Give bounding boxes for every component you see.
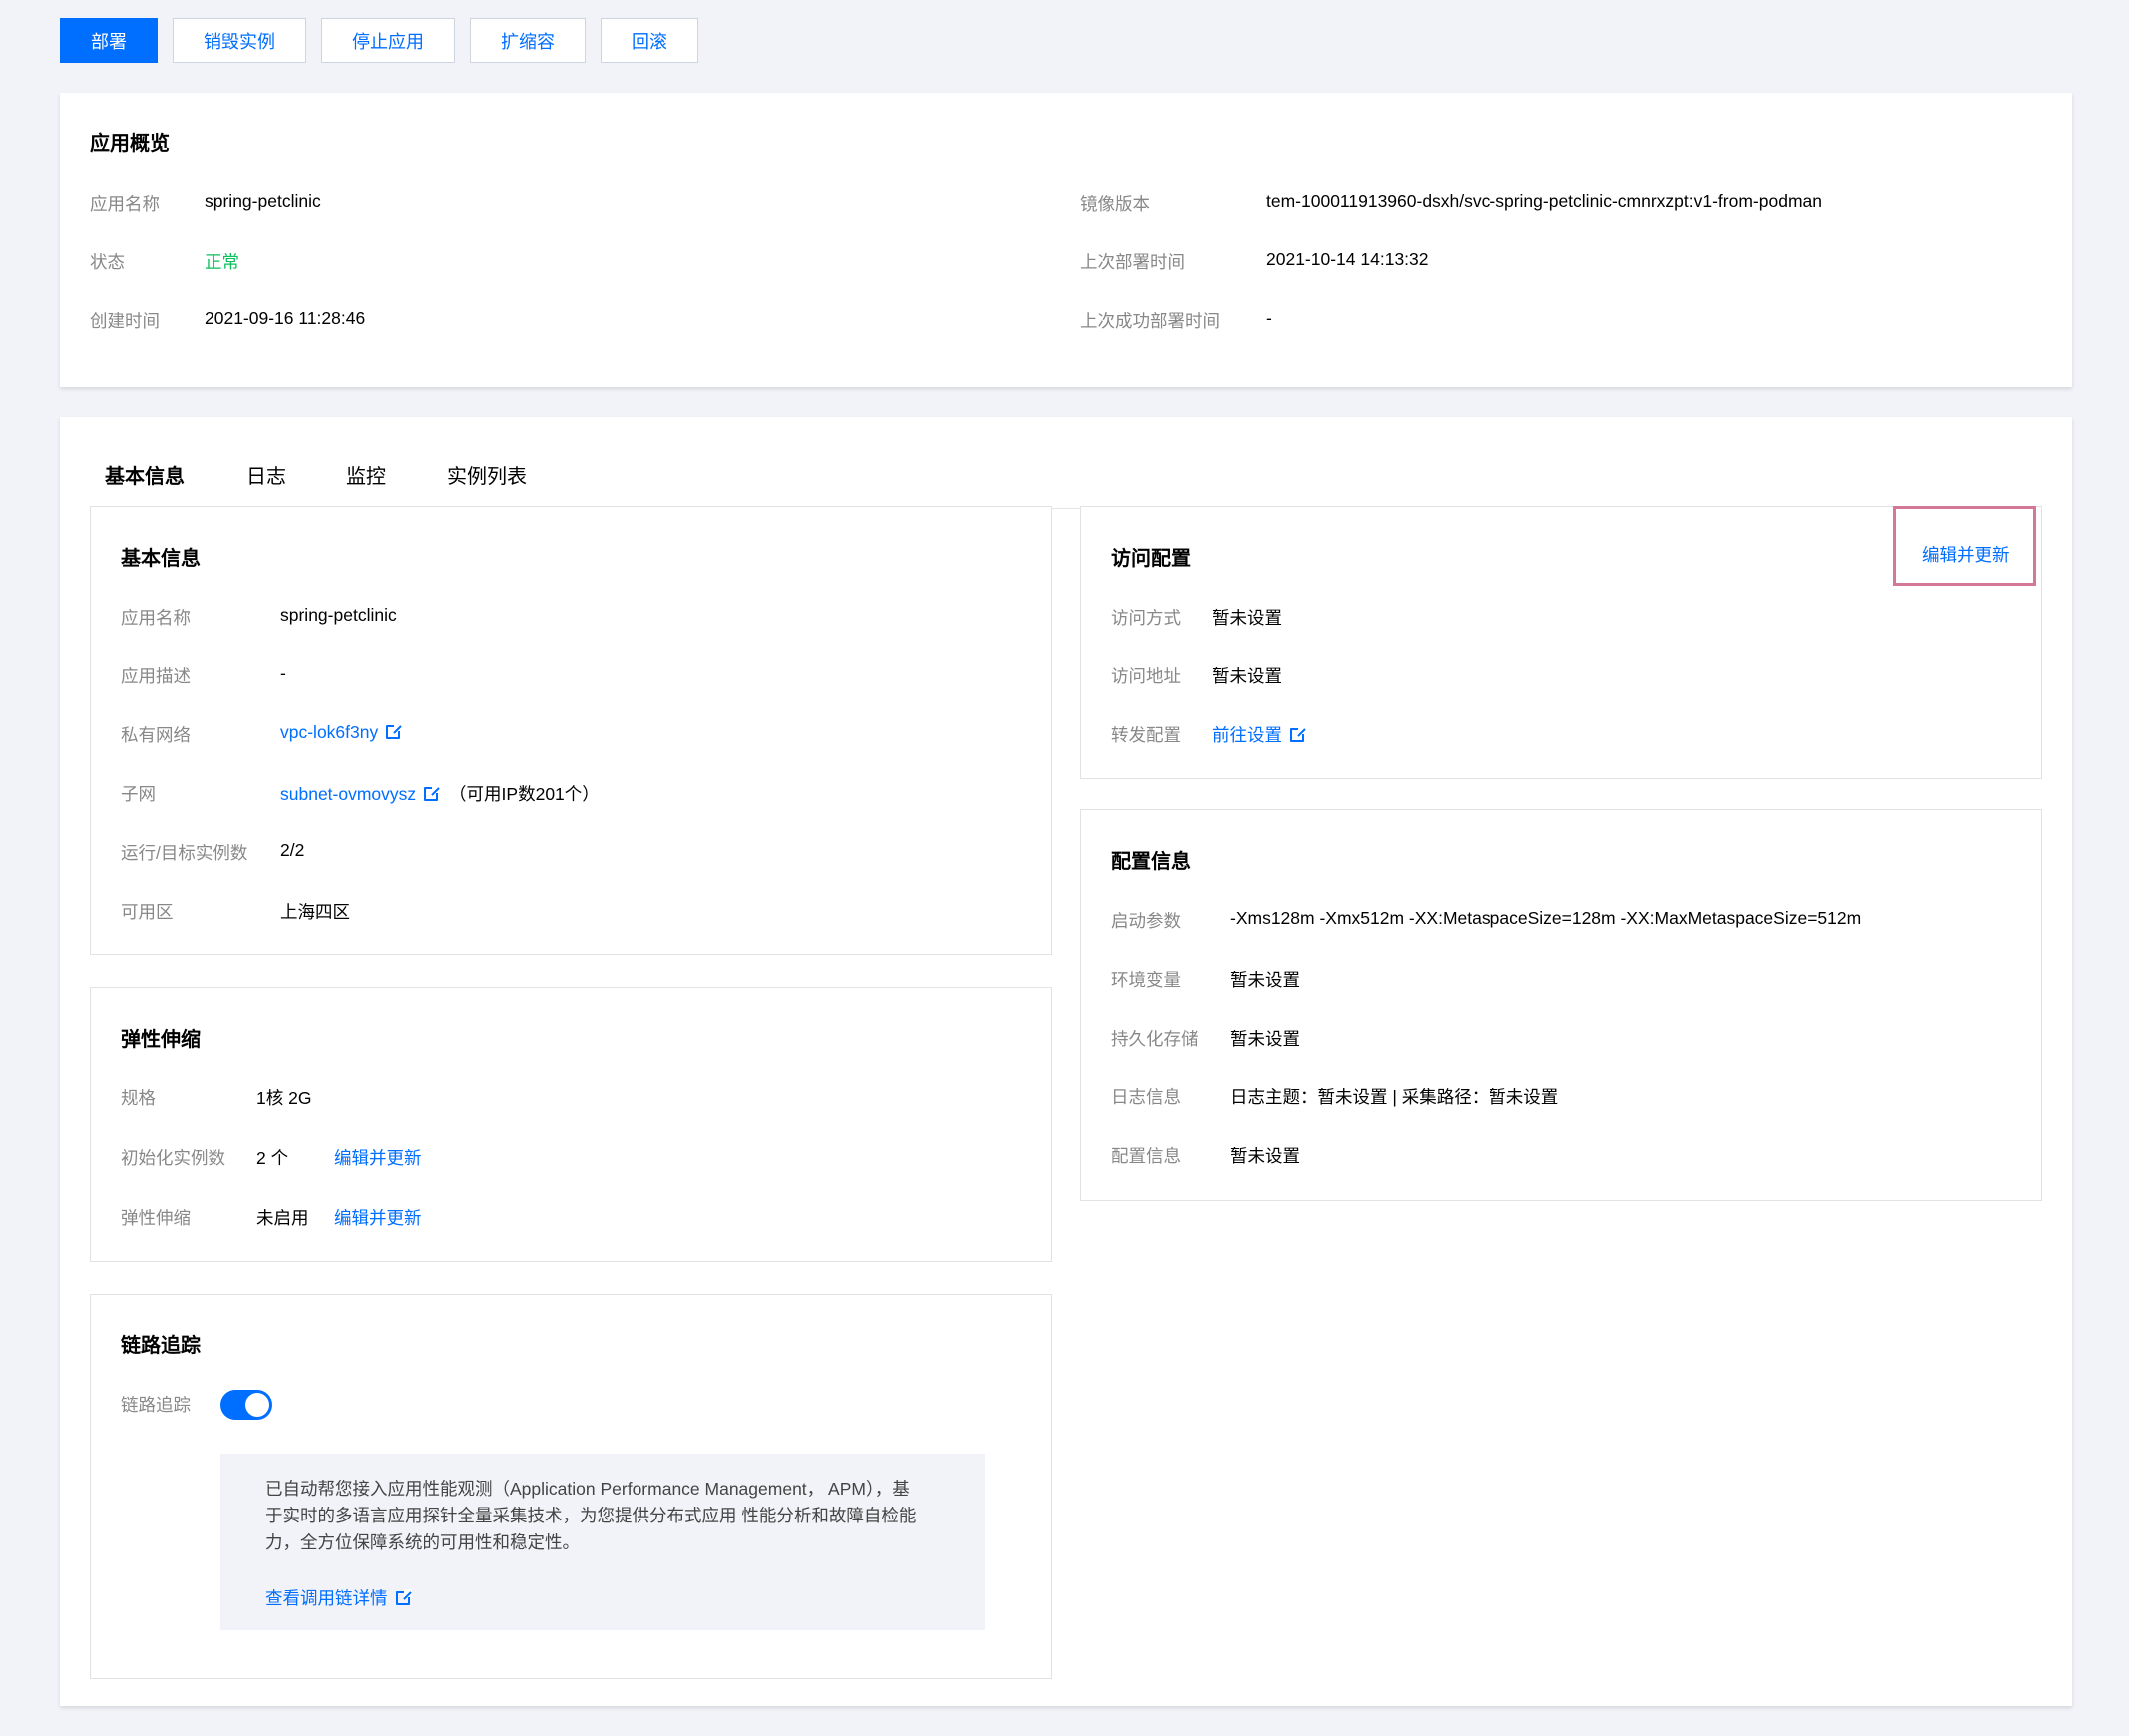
- external-link-icon[interactable]: [424, 785, 441, 801]
- overview-app-name-label: 应用名称: [90, 194, 160, 214]
- init-edit-link[interactable]: 编辑并更新: [334, 1145, 422, 1170]
- scaling-panel: 弹性伸缩 规格 1核 2G 初始化实例数 2 个 编辑并更新 弹性伸缩 未启用 …: [90, 987, 1052, 1262]
- destroy-instance-button[interactable]: 销毁实例: [173, 18, 306, 63]
- highlight-box: [1893, 506, 2036, 586]
- overview-created-label: 创建时间: [90, 311, 160, 331]
- env-vars: 暂未设置: [1230, 970, 1300, 990]
- toggle-knob: [245, 1393, 269, 1417]
- config-info-panel: 配置信息 启动参数 -Xms128m -Xmx512m -XX:Metaspac…: [1080, 809, 2042, 1201]
- basic-info-title: 基本信息: [121, 548, 201, 570]
- access-method: 暂未设置: [1212, 608, 1282, 628]
- scaling-auto-label: 弹性伸缩: [121, 1208, 191, 1228]
- basic-vpc-value: vpc-lok6f3ny: [280, 722, 403, 743]
- tab-basic-info[interactable]: 基本信息: [90, 457, 200, 509]
- overview-last-success-label: 上次成功部署时间: [1080, 311, 1220, 331]
- basic-app-name: spring-petclinic: [280, 605, 397, 625]
- basic-subnet-value: subnet-ovmovysz （可用IP数201个）: [280, 781, 600, 806]
- access-method-label: 访问方式: [1111, 608, 1181, 628]
- rollback-button[interactable]: 回滚: [601, 18, 698, 63]
- basic-desc-label: 应用描述: [121, 666, 191, 686]
- overview-created: 2021-09-16 11:28:46: [205, 308, 366, 328]
- apm-description: 已自动帮您接入应用性能观测（Application Performance Ma…: [265, 1479, 917, 1552]
- auto-scaling-edit-link[interactable]: 编辑并更新: [334, 1205, 422, 1230]
- config-info-label: 配置信息: [1111, 1146, 1181, 1166]
- detail-card: 基本信息 日志 监控 实例列表 基本信息 应用名称 spring-petclin…: [60, 417, 2072, 1706]
- subnet-link[interactable]: subnet-ovmovysz: [280, 784, 416, 804]
- detail-tabs: 基本信息 日志 监控 实例列表: [90, 457, 2042, 509]
- basic-subnet-label: 子网: [121, 784, 156, 804]
- forward-settings-link[interactable]: 前往设置: [1212, 725, 1282, 745]
- storage-label: 持久化存储: [1111, 1029, 1199, 1049]
- scale-button[interactable]: 扩缩容: [470, 18, 586, 63]
- trace-detail-link-wrap: 查看调用链详情: [265, 1585, 412, 1610]
- config-info: 暂未设置: [1230, 1146, 1300, 1166]
- basic-instances: 2/2: [280, 840, 305, 860]
- basic-zone: 上海四区: [280, 902, 350, 922]
- tab-monitoring[interactable]: 监控: [346, 457, 386, 509]
- log-info: 日志主题：暂未设置 | 采集路径：暂未设置: [1230, 1087, 1559, 1107]
- forward-config-value: 前往设置: [1212, 722, 1306, 747]
- scaling-spec-label: 规格: [121, 1088, 156, 1108]
- overview-image: tem-100011913960-dsxh/svc-spring-petclin…: [1266, 191, 1822, 211]
- log-info-label: 日志信息: [1111, 1087, 1181, 1107]
- tracing-toggle-label: 链路追踪: [121, 1395, 191, 1415]
- basic-app-name-label: 应用名称: [121, 608, 191, 628]
- tracing-panel: 链路追踪 链路追踪 已自动帮您接入应用性能观测（Application Perf…: [90, 1294, 1052, 1679]
- deploy-button[interactable]: 部署: [60, 18, 158, 63]
- forward-config-label: 转发配置: [1111, 725, 1181, 745]
- scaling-init: 2 个: [256, 1148, 289, 1168]
- vpc-link[interactable]: vpc-lok6f3ny: [280, 722, 378, 742]
- apm-info-box: 已自动帮您接入应用性能观测（Application Performance Ma…: [220, 1454, 985, 1630]
- scaling-auto: 未启用: [256, 1208, 309, 1228]
- tracing-toggle[interactable]: [220, 1390, 272, 1420]
- stop-app-button[interactable]: 停止应用: [321, 18, 455, 63]
- external-link-icon[interactable]: [1290, 726, 1306, 742]
- config-info-title: 配置信息: [1111, 851, 1191, 873]
- app-overview-card: 应用概览 应用名称 spring-petclinic 状态 正常 创建时间 20…: [60, 93, 2072, 387]
- startup-params-label: 启动参数: [1111, 911, 1181, 931]
- subnet-ip-note: （可用IP数201个）: [449, 784, 600, 804]
- overview-image-label: 镜像版本: [1080, 194, 1150, 214]
- basic-zone-label: 可用区: [121, 902, 174, 922]
- tab-instance-list[interactable]: 实例列表: [447, 457, 527, 509]
- scaling-init-label: 初始化实例数: [121, 1148, 225, 1168]
- access-address-label: 访问地址: [1111, 666, 1181, 686]
- external-link-icon[interactable]: [395, 1589, 412, 1605]
- overview-title: 应用概览: [90, 133, 170, 155]
- access-config-panel: 访问配置 编辑并更新 访问方式 暂未设置 访问地址 暂未设置 转发配置 前往设置: [1080, 506, 2042, 779]
- startup-params: -Xms128m -Xmx512m -XX:MetaspaceSize=128m…: [1230, 908, 1862, 928]
- basic-info-panel: 基本信息 应用名称 spring-petclinic 应用描述 - 私有网络 v…: [90, 506, 1052, 955]
- status-badge: 正常: [205, 252, 239, 272]
- access-address: 暂未设置: [1212, 666, 1282, 686]
- tracing-title: 链路追踪: [121, 1335, 201, 1357]
- overview-app-name: spring-petclinic: [205, 191, 321, 211]
- overview-last-success: -: [1266, 308, 1272, 328]
- overview-status-label: 状态: [90, 252, 125, 272]
- basic-instances-label: 运行/目标实例数: [121, 843, 248, 863]
- action-toolbar: 部署 销毁实例 停止应用 扩缩容 回滚: [60, 18, 698, 63]
- scaling-spec: 1核 2G: [256, 1088, 312, 1108]
- access-config-title: 访问配置: [1111, 548, 1191, 570]
- env-vars-label: 环境变量: [1111, 970, 1181, 990]
- basic-vpc-label: 私有网络: [121, 725, 191, 745]
- scaling-title: 弹性伸缩: [121, 1029, 201, 1051]
- trace-detail-link[interactable]: 查看调用链详情: [265, 1588, 388, 1608]
- overview-last-deploy: 2021-10-14 14:13:32: [1266, 249, 1429, 269]
- tab-logs[interactable]: 日志: [246, 457, 286, 509]
- basic-desc: -: [280, 663, 286, 683]
- storage: 暂未设置: [1230, 1029, 1300, 1049]
- external-link-icon[interactable]: [386, 723, 403, 739]
- overview-last-deploy-label: 上次部署时间: [1080, 252, 1185, 272]
